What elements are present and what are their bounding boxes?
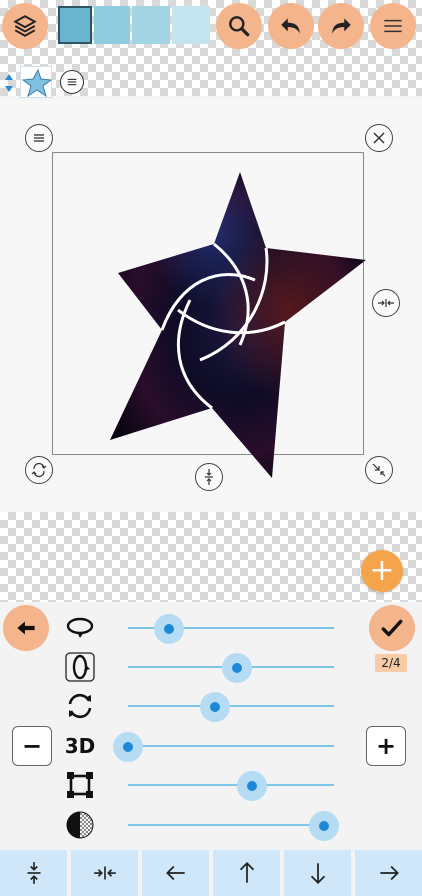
slider-track	[128, 745, 334, 747]
transparent-background	[0, 512, 422, 602]
rotate-horizontal-icon	[62, 612, 98, 644]
color-swatch-4[interactable]	[172, 6, 210, 44]
slider-track	[128, 784, 334, 786]
slider-thumb[interactable]	[308, 811, 339, 841]
compress-vertical-icon	[205, 469, 213, 485]
adjustment-panel: 2/4 − + 3D	[0, 602, 422, 850]
close-icon	[373, 132, 385, 144]
arrow-left-icon	[17, 621, 35, 635]
plus-icon: +	[369, 553, 395, 588]
delete-handle[interactable]	[365, 124, 393, 152]
arrow-left-icon	[165, 865, 185, 881]
hamburger-icon	[384, 19, 402, 33]
layer-menu-button[interactable]	[60, 70, 84, 94]
star-thumbnail-icon	[21, 68, 53, 98]
opacity-slider[interactable]	[60, 805, 350, 845]
slider-thumb[interactable]	[113, 732, 143, 762]
stretch-vertical-handle[interactable]	[195, 463, 223, 491]
scale-diagonal-icon	[372, 463, 386, 477]
magnifier-icon	[229, 16, 250, 37]
rotate-icon	[31, 462, 47, 478]
color-swatch-3[interactable]	[132, 6, 170, 44]
arrow-up-icon	[239, 862, 254, 883]
menu-button[interactable]	[370, 3, 416, 49]
rotate-z-slider[interactable]	[60, 686, 350, 726]
slider-thumb[interactable]	[154, 614, 185, 644]
layer-thumbnail[interactable]	[20, 66, 53, 98]
add-button[interactable]: +	[361, 550, 403, 592]
undo-icon	[281, 18, 300, 34]
arrow-down-icon	[310, 863, 325, 884]
redo-button[interactable]	[318, 3, 364, 49]
stretch-horizontal-handle[interactable]	[372, 289, 400, 317]
scale-slider[interactable]	[60, 765, 350, 805]
menu-icon	[34, 134, 44, 142]
slider-thumb[interactable]	[222, 653, 253, 683]
scale-handle[interactable]	[365, 456, 393, 484]
slider-track	[128, 705, 334, 707]
arrow-right-icon	[379, 865, 399, 881]
nav-move-down[interactable]	[284, 850, 351, 896]
layers-icon	[13, 15, 37, 37]
scale-box-icon	[62, 769, 98, 801]
updown-arrows-icon[interactable]	[3, 72, 15, 94]
back-button[interactable]	[3, 605, 49, 651]
compress-horizontal-icon	[378, 299, 394, 307]
nav-move-right[interactable]	[355, 850, 422, 896]
page-indicator: 2/4	[375, 654, 407, 672]
layer-row	[0, 64, 120, 100]
nav-compress-horizontal[interactable]	[71, 850, 138, 896]
rotate-circular-icon	[62, 690, 98, 722]
decrease-button[interactable]: −	[12, 726, 52, 766]
confirm-button[interactable]	[369, 605, 415, 651]
increase-button[interactable]: +	[366, 726, 406, 766]
slider-track	[128, 824, 334, 826]
top-toolbar	[0, 0, 422, 98]
rotate-y-slider[interactable]	[60, 647, 350, 687]
checkmark-icon	[381, 619, 403, 637]
layers-button[interactable]	[2, 3, 48, 49]
nav-move-up[interactable]	[213, 850, 280, 896]
color-swatch-1[interactable]	[58, 6, 92, 44]
color-swatch-2[interactable]	[94, 6, 130, 44]
nav-move-left[interactable]	[142, 850, 209, 896]
nav-compress-vertical[interactable]	[0, 850, 67, 896]
zoom-button[interactable]	[216, 3, 262, 49]
shape-menu-handle[interactable]	[25, 124, 53, 152]
star-shape[interactable]	[100, 170, 370, 480]
slider-thumb[interactable]	[199, 692, 230, 722]
opacity-icon	[62, 809, 98, 841]
circle-menu-icon	[67, 78, 77, 86]
undo-button[interactable]	[268, 3, 314, 49]
compress-vertical-icon	[27, 862, 40, 884]
depth-3d-slider[interactable]: 3D	[60, 726, 350, 766]
bottom-nav	[0, 850, 422, 896]
3d-label: 3D	[64, 734, 96, 758]
redo-icon	[332, 18, 351, 34]
rotate-vertical-icon	[62, 651, 98, 683]
rotate-x-slider[interactable]	[60, 608, 350, 648]
slider-thumb[interactable]	[236, 771, 267, 801]
canvas-area[interactable]	[0, 100, 422, 512]
compress-horizontal-icon	[93, 866, 116, 880]
rotate-handle[interactable]	[25, 456, 53, 484]
